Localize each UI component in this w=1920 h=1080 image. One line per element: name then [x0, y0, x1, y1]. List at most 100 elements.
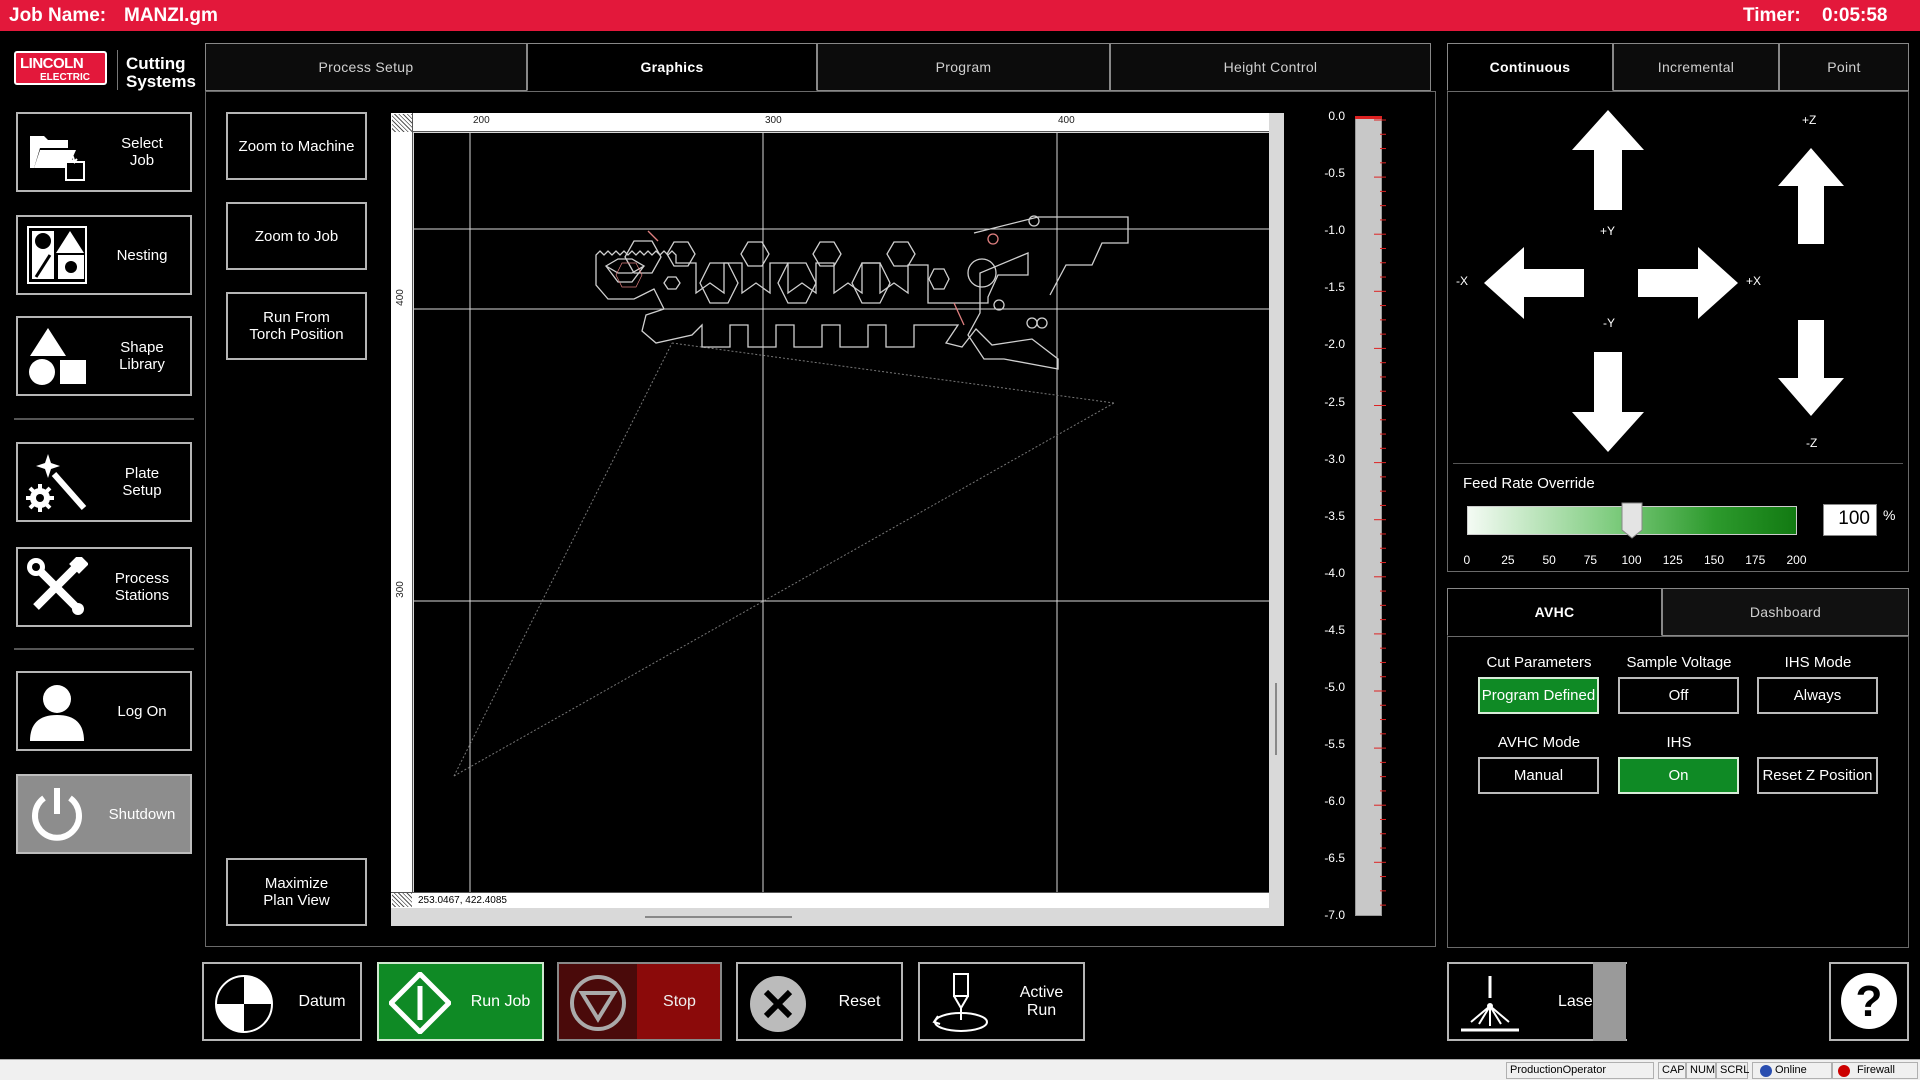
feed-rate-tick: 0	[1463, 553, 1471, 567]
jog-minus-y-arrow-icon[interactable]	[1570, 350, 1646, 454]
reset-z-position-button[interactable]: Reset Z Position	[1757, 757, 1878, 794]
tab-continuous[interactable]: Continuous	[1447, 43, 1613, 91]
feed-rate-tick: 150	[1704, 553, 1725, 567]
tab-point[interactable]: Point	[1779, 43, 1909, 91]
active-run-label: Active Run	[1019, 983, 1064, 1019]
title-bar: Job Name: MANZI.gm Timer: 0:05:58	[0, 0, 1920, 31]
feed-rate-unit: %	[1883, 507, 1896, 523]
z-scale-label: -2.5	[1324, 394, 1345, 409]
avhc-mode-label: AVHC Mode	[1497, 734, 1581, 751]
jog-plus-z-arrow-icon[interactable]	[1776, 146, 1846, 246]
tab-incremental[interactable]: Incremental	[1613, 43, 1779, 91]
jog-divider	[1453, 463, 1903, 464]
stop-triangle-icon	[570, 975, 626, 1031]
datum-target-icon	[215, 975, 273, 1033]
x-tick: 300	[765, 115, 782, 126]
plate-setup-button[interactable]: Plate Setup	[16, 442, 192, 522]
x-tick: 400	[1058, 115, 1075, 126]
z-axis-scale: 0.0 -0.5 -1.0 -1.5 -2.0 -2.5 -3.0 -3.5 -4.0 -4.5 -…	[1280, 109, 1345, 929]
ihs-label: IHS	[1666, 734, 1692, 751]
cursor-coordinates: 253.0467, 422.4085	[418, 895, 507, 906]
datum-label: Datum	[298, 992, 346, 1010]
nav-divider	[14, 648, 194, 650]
jog-minus-x-arrow-icon[interactable]	[1482, 245, 1586, 321]
minus-y-label: -Y	[1603, 316, 1615, 330]
z-scale-label: -5.0	[1324, 680, 1345, 694]
feed-rate-tick: 125	[1662, 553, 1683, 567]
ihs-toggle-button[interactable]: On	[1618, 757, 1739, 794]
windows-status-bar: ProductionOperator CAP NUM SCRL Online F…	[0, 1059, 1920, 1080]
tab-height-control[interactable]: Height Control	[1110, 43, 1431, 91]
jog-minus-z-arrow-icon[interactable]	[1776, 318, 1846, 418]
tab-avhc[interactable]: AVHC	[1447, 588, 1662, 636]
plot-vertical-scrollbar[interactable]	[1275, 683, 1277, 755]
nesting-button[interactable]: Nesting	[16, 215, 192, 295]
sample-voltage-button[interactable]: Off	[1618, 677, 1739, 714]
y-ruler	[391, 113, 413, 908]
nesting-icon	[27, 226, 87, 284]
minus-x-label: -X	[1456, 274, 1468, 288]
stop-button[interactable]: Stop	[557, 962, 722, 1041]
process-stations-label: Process Stations	[114, 570, 170, 604]
nav-divider	[14, 418, 194, 420]
z-scale-label: -3.5	[1324, 508, 1345, 523]
feed-rate-tick: 200	[1786, 553, 1807, 567]
feed-rate-tick: 25	[1501, 553, 1515, 567]
reset-button[interactable]: Reset	[736, 962, 903, 1041]
feed-rate-tick: 50	[1542, 553, 1556, 567]
feed-rate-input[interactable]: 100	[1823, 504, 1877, 536]
avhc-mode-button[interactable]: Manual	[1478, 757, 1599, 794]
active-run-button[interactable]: Active Run	[918, 962, 1085, 1041]
log-on-button[interactable]: Log On	[16, 671, 192, 751]
feed-rate-label: Feed Rate Override	[1463, 475, 1595, 492]
z-scale-label: -2.0	[1324, 337, 1345, 352]
help-label: ?	[1855, 976, 1883, 1026]
plot-canvas[interactable]	[414, 133, 1269, 892]
cut-parameters-button[interactable]: Program Defined	[1478, 677, 1599, 714]
zoom-to-machine-button[interactable]: Zoom to Machine	[226, 112, 367, 180]
feed-rate-tick: 75	[1583, 553, 1598, 567]
x-tick: 200	[473, 115, 490, 126]
datum-button[interactable]: Datum	[202, 962, 362, 1041]
torch-rotate-icon	[932, 973, 988, 1032]
zoom-to-job-button[interactable]: Zoom to Job	[226, 202, 367, 270]
plate-setup-label: Plate Setup	[122, 465, 162, 499]
status-corner	[392, 893, 412, 907]
magic-wand-gear-icon	[26, 454, 87, 512]
z-scale-label: -4.0	[1324, 565, 1345, 580]
select-job-button[interactable]: Select Job	[16, 112, 192, 192]
tab-graphics[interactable]: Graphics	[527, 43, 817, 91]
tab-dashboard[interactable]: Dashboard	[1662, 588, 1909, 636]
status-num: NUM	[1686, 1062, 1716, 1079]
jog-plus-y-arrow-icon[interactable]	[1570, 108, 1646, 212]
tab-process-setup[interactable]: Process Setup	[205, 43, 527, 91]
shutdown-button[interactable]: Shutdown	[16, 774, 192, 854]
help-button[interactable]: ?	[1829, 962, 1909, 1041]
ihs-mode-button[interactable]: Always	[1757, 677, 1878, 714]
z-scale-label: -7.0	[1324, 908, 1345, 923]
laser-status-indicator	[1593, 962, 1626, 1041]
nesting-label: Nesting	[116, 246, 168, 264]
product-title: Cutting Systems	[126, 54, 196, 91]
shape-library-button[interactable]: Shape Library	[16, 316, 192, 396]
process-stations-button[interactable]: Process Stations	[16, 547, 192, 627]
part-drawing	[414, 133, 1269, 892]
maximize-plan-view-button[interactable]: Maximize Plan View	[226, 858, 367, 926]
status-scrl: SCRL	[1716, 1062, 1749, 1079]
run-job-button[interactable]: Run Job	[377, 962, 544, 1041]
power-icon	[32, 788, 82, 841]
run-from-torch-button[interactable]: Run From Torch Position	[226, 292, 367, 360]
timer-label: Timer:	[1743, 5, 1801, 26]
feed-rate-slider-thumb[interactable]	[1620, 502, 1644, 539]
shapes-icon	[29, 328, 86, 385]
jog-plus-x-arrow-icon[interactable]	[1636, 245, 1740, 321]
tab-program[interactable]: Program	[817, 43, 1110, 91]
logo-divider	[117, 50, 118, 90]
job-name-value: MANZI.gm	[124, 5, 218, 26]
z-scale-label: -0.5	[1324, 166, 1345, 181]
ruler-corner	[392, 114, 412, 132]
plus-x-label: +X	[1746, 274, 1762, 288]
folder-open-icon	[30, 136, 85, 181]
ihs-mode-label: IHS Mode	[1784, 654, 1852, 671]
plot-horizontal-scrollbar[interactable]	[645, 916, 792, 918]
